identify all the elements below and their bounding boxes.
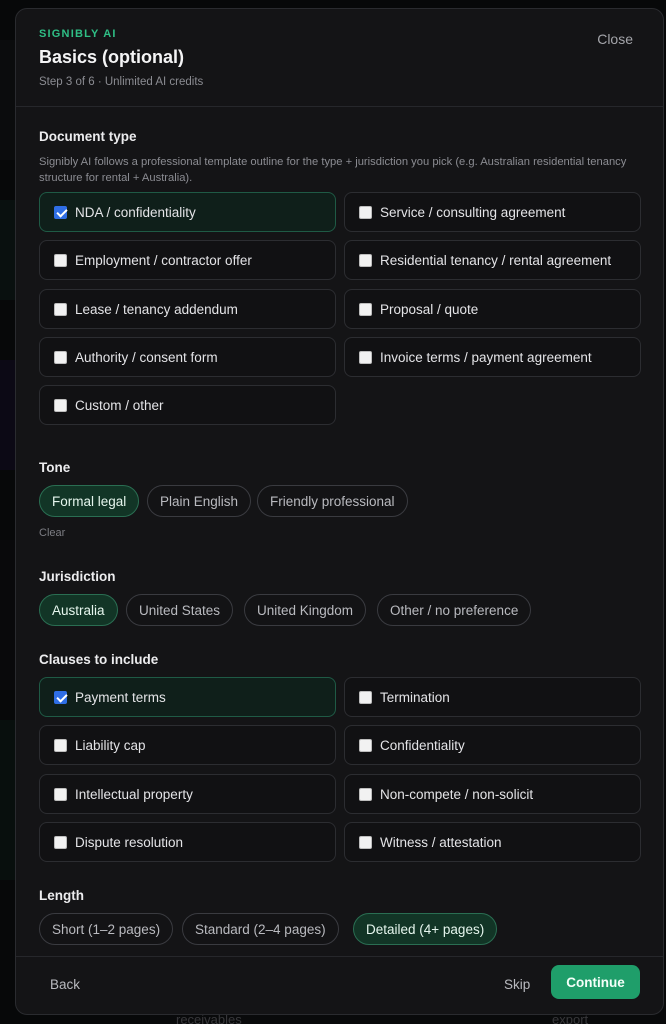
option-label: Confidentiality: [380, 737, 465, 753]
modal-title: Basics (optional): [39, 47, 185, 67]
doc-type-option-service[interactable]: Service / consulting agreement: [344, 192, 641, 232]
clause-option-intellectual-property[interactable]: Intellectual property: [39, 774, 336, 814]
continue-button[interactable]: Continue: [551, 965, 640, 999]
doc-type-option-custom[interactable]: Custom / other: [39, 385, 336, 425]
modal-footer: Back Skip Continue: [16, 956, 663, 1014]
length-pill-detailed[interactable]: Detailed (4+ pages): [353, 913, 498, 945]
checkbox[interactable]: [359, 835, 372, 849]
doc-type-option-employment[interactable]: Employment / contractor offer: [39, 240, 336, 280]
length-label: Length: [39, 888, 84, 903]
doc-type-option-lease[interactable]: Lease / tenancy addendum: [39, 289, 336, 329]
clauses-label: Clauses to include: [39, 652, 159, 667]
option-label: Invoice terms / payment agreement: [380, 349, 592, 365]
checkbox[interactable]: [359, 302, 372, 316]
checkbox[interactable]: [359, 690, 372, 704]
option-label: Residential tenancy / rental agreement: [380, 252, 612, 268]
option-label: Service / consulting agreement: [380, 204, 566, 220]
option-label: Non-compete / non-solicit: [380, 786, 534, 802]
jurisdiction-pill-united-kingdom[interactable]: United Kingdom: [244, 594, 367, 626]
doc-type-option-proposal[interactable]: Proposal / quote: [344, 289, 641, 329]
jurisdiction-label: Jurisdiction: [39, 569, 116, 584]
option-label: Intellectual property: [75, 786, 193, 802]
back-button[interactable]: Back: [50, 977, 80, 992]
checkbox[interactable]: [54, 205, 67, 219]
doc-type-option-residential-tenancy[interactable]: Residential tenancy / rental agreement: [344, 240, 641, 280]
clause-option-payment-terms[interactable]: Payment terms: [39, 677, 336, 717]
doc-type-option-authority[interactable]: Authority / consent form: [39, 337, 336, 377]
option-label: Dispute resolution: [75, 834, 184, 850]
checkbox[interactable]: [359, 253, 372, 267]
length-pill-short[interactable]: Short (1–2 pages): [39, 913, 174, 945]
brand-label: SIGNIBLY AI: [39, 28, 117, 40]
option-label: NDA / confidentiality: [75, 204, 196, 220]
option-label: Payment terms: [75, 689, 166, 705]
clause-option-liability-cap[interactable]: Liability cap: [39, 725, 336, 765]
option-label: Proposal / quote: [380, 301, 479, 317]
clause-option-non-compete[interactable]: Non-compete / non-solicit: [344, 774, 641, 814]
checkbox[interactable]: [54, 398, 67, 412]
jurisdiction-pill-australia[interactable]: Australia: [39, 594, 118, 626]
option-label: Custom / other: [75, 397, 164, 413]
modal-header: SIGNIBLY AI Basics (optional) Step 3 of …: [16, 9, 663, 107]
modal-body: Document type Signibly AI follows a prof…: [16, 108, 663, 958]
checkbox[interactable]: [54, 690, 67, 704]
clause-option-witness[interactable]: Witness / attestation: [344, 822, 641, 862]
tone-pill-formal-legal[interactable]: Formal legal: [39, 485, 140, 517]
checkbox[interactable]: [359, 787, 372, 801]
skip-button[interactable]: Skip: [504, 977, 530, 992]
checkbox[interactable]: [54, 787, 67, 801]
document-type-label: Document type: [39, 129, 137, 144]
clause-option-confidentiality[interactable]: Confidentiality: [344, 725, 641, 765]
checkbox[interactable]: [54, 302, 67, 316]
length-pill-standard[interactable]: Standard (2–4 pages): [182, 913, 339, 945]
checkbox[interactable]: [54, 835, 67, 849]
tone-clear-link[interactable]: Clear: [39, 527, 65, 539]
checkbox[interactable]: [54, 738, 67, 752]
checkbox[interactable]: [54, 253, 67, 267]
jurisdiction-pill-united-states[interactable]: United States: [126, 594, 234, 626]
checkbox[interactable]: [359, 738, 372, 752]
doc-type-option-invoice[interactable]: Invoice terms / payment agreement: [344, 337, 641, 377]
tone-pill-friendly-professional[interactable]: Friendly professional: [257, 485, 408, 517]
close-button[interactable]: Close: [597, 31, 633, 47]
option-label: Lease / tenancy addendum: [75, 301, 238, 317]
option-label: Liability cap: [75, 737, 146, 753]
checkbox[interactable]: [359, 350, 372, 364]
jurisdiction-pill-other[interactable]: Other / no preference: [377, 594, 532, 626]
basics-modal: SIGNIBLY AI Basics (optional) Step 3 of …: [15, 8, 664, 1015]
step-indicator: Step 3 of 6 · Unlimited AI credits: [39, 76, 204, 88]
clause-option-termination[interactable]: Termination: [344, 677, 641, 717]
option-label: Witness / attestation: [380, 834, 502, 850]
clause-option-dispute-resolution[interactable]: Dispute resolution: [39, 822, 336, 862]
option-label: Employment / contractor offer: [75, 252, 252, 268]
tone-pill-plain-english[interactable]: Plain English: [147, 485, 252, 517]
option-label: Termination: [380, 689, 450, 705]
checkbox[interactable]: [54, 350, 67, 364]
doc-type-option-nda[interactable]: NDA / confidentiality: [39, 192, 336, 232]
checkbox[interactable]: [359, 205, 372, 219]
tone-label: Tone: [39, 460, 71, 475]
option-label: Authority / consent form: [75, 349, 218, 365]
document-type-helper: Signibly AI follows a professional templ…: [39, 156, 627, 184]
